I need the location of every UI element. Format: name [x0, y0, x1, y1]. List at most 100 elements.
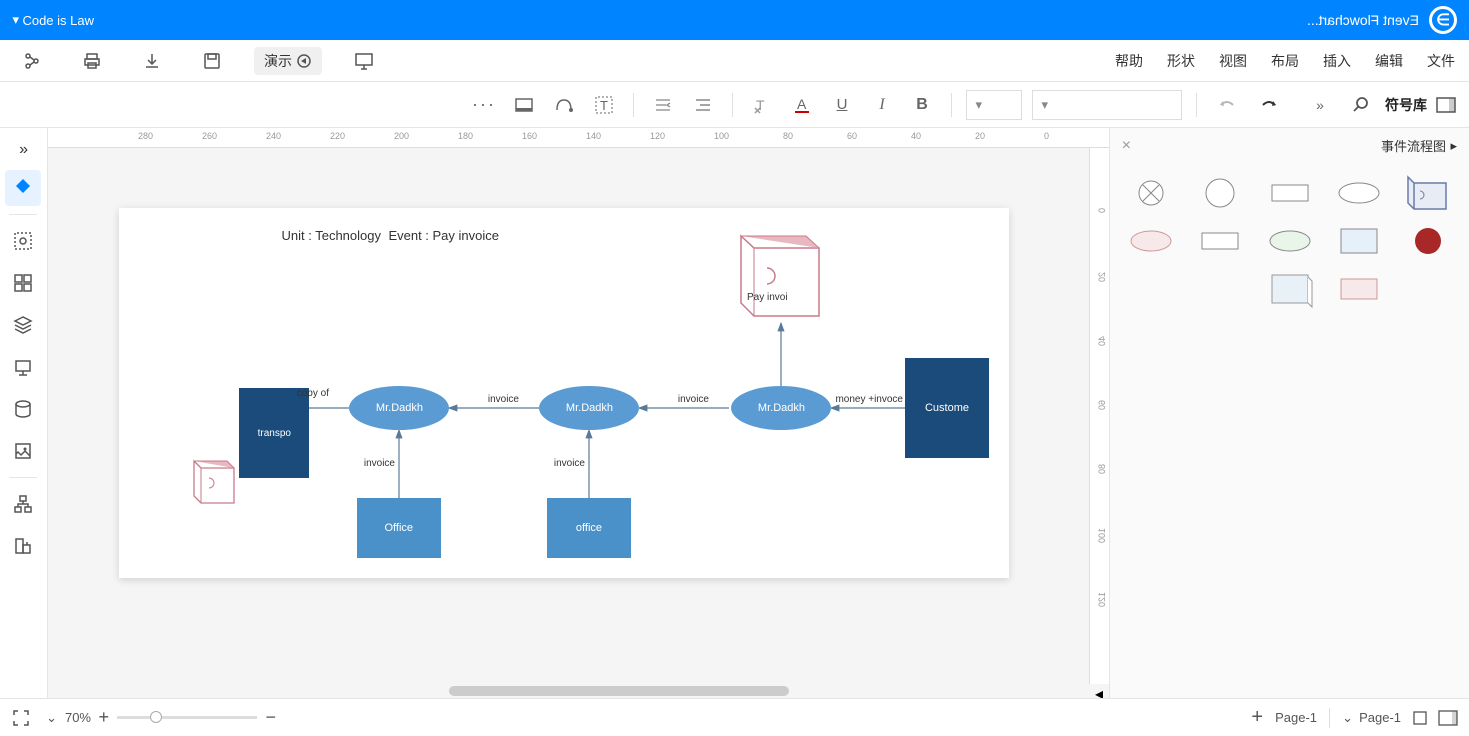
- node-office2[interactable]: Office: [357, 498, 441, 558]
- shape-ellipse-green[interactable]: [1266, 223, 1314, 259]
- bold-button[interactable]: B: [907, 90, 937, 120]
- user-menu[interactable]: Code is Law▾: [12, 12, 94, 28]
- shape-3d-block[interactable]: [1404, 175, 1452, 211]
- document-title: Event Flowchart...: [1307, 12, 1419, 28]
- share-icon[interactable]: [14, 46, 50, 76]
- svg-text:Pay invoi: Pay invoi: [747, 292, 788, 303]
- canvas-area: 0 20 40 60 80 100 120 140 160 180 200 22…: [48, 128, 1109, 698]
- print-icon[interactable]: [74, 46, 110, 76]
- pages-panel-icon[interactable]: [1439, 711, 1457, 725]
- menu-edit[interactable]: 编辑: [1375, 51, 1403, 71]
- horizontal-ruler: 0 20 40 60 80 100 120 140 160 180 200 22…: [48, 128, 1109, 148]
- vertical-ruler: 0 20 40 60 80 100 120: [1089, 148, 1109, 684]
- demo-button[interactable]: 演示: [254, 47, 322, 75]
- shape-rect-pink[interactable]: [1335, 271, 1383, 307]
- download-icon[interactable]: [134, 46, 170, 76]
- shape-3d-small[interactable]: [1266, 271, 1314, 307]
- rail-plugin-icon[interactable]: [6, 528, 42, 564]
- right-tool-rail: »: [0, 128, 48, 698]
- add-page-button[interactable]: +: [1252, 706, 1264, 729]
- save-icon[interactable]: [194, 46, 230, 76]
- shape-circle[interactable]: [1196, 175, 1244, 211]
- edge-label: copy of: [297, 388, 329, 399]
- node-pay-invoice[interactable]: Pay invoi: [729, 228, 829, 328]
- menu-shape[interactable]: 形状: [1167, 51, 1195, 71]
- edge-label: invoice: [554, 458, 585, 469]
- rail-layers-icon[interactable]: [6, 307, 42, 343]
- font-color-button[interactable]: A: [787, 90, 817, 120]
- indent-button[interactable]: [648, 90, 678, 120]
- rail-image-icon[interactable]: [6, 433, 42, 469]
- fullscreen-icon[interactable]: [12, 709, 30, 727]
- presentation-button[interactable]: [346, 46, 382, 76]
- page-tab[interactable]: Page-1: [1275, 710, 1317, 725]
- horizontal-scrollbar[interactable]: ◂: [48, 684, 1109, 698]
- edge-label: invoice: [364, 458, 395, 469]
- search-icon[interactable]: [1345, 90, 1375, 120]
- page-list-icon[interactable]: [1413, 711, 1427, 725]
- symbol-library-label: 符号库: [1385, 95, 1427, 115]
- clear-format-button[interactable]: T: [747, 90, 777, 120]
- node-transpo[interactable]: transpo: [239, 388, 309, 478]
- menu-insert[interactable]: 插入: [1323, 51, 1351, 71]
- shape-panel: ▸ 事件流程图 ×: [1109, 128, 1469, 698]
- close-panel-icon[interactable]: ×: [1122, 137, 1131, 155]
- app-logo-icon: ∈: [1429, 6, 1457, 34]
- shape-rect[interactable]: [1266, 175, 1314, 211]
- shape-rect-blue[interactable]: [1335, 223, 1383, 259]
- page-selector[interactable]: Page-1⌄: [1342, 710, 1401, 726]
- font-size-select[interactable]: ▾: [966, 90, 1022, 120]
- align-button[interactable]: [688, 90, 718, 120]
- node-3d-small[interactable]: [189, 458, 239, 508]
- shape-panel-title: 事件流程图: [1381, 136, 1446, 155]
- shape-style-button[interactable]: [509, 90, 539, 120]
- svg-text:T: T: [600, 98, 608, 113]
- zoom-out-button[interactable]: −: [265, 707, 276, 728]
- connector-button[interactable]: [549, 90, 579, 120]
- node-office1[interactable]: office: [547, 498, 631, 558]
- format-toolbar: 符号库 » ▾ ▾ B I U A T T ···: [0, 82, 1469, 128]
- node-mr1[interactable]: Mr.Dadkh: [731, 386, 831, 430]
- menu-file[interactable]: 文件: [1427, 51, 1455, 71]
- shape-ellipse[interactable]: [1335, 175, 1383, 211]
- font-family-select[interactable]: ▾: [1032, 90, 1182, 120]
- undo-button[interactable]: [1253, 90, 1285, 120]
- rail-grid-icon[interactable]: [6, 265, 42, 301]
- panel-toggle-icon[interactable]: [1437, 98, 1455, 112]
- rail-data-icon[interactable]: [6, 391, 42, 427]
- edge-label: invoice: [488, 394, 519, 405]
- menu-layout[interactable]: 布局: [1271, 51, 1299, 71]
- shape-ellipse-pink[interactable]: [1127, 223, 1175, 259]
- menu-bar: 文件 编辑 插入 布局 视图 形状 帮助 演示: [0, 40, 1469, 82]
- diagram-title-block: Event : Pay invoice Unit : Technology: [281, 228, 499, 244]
- node-customer[interactable]: Custome: [905, 358, 989, 458]
- rail-style-icon[interactable]: [6, 170, 42, 206]
- diagram-page[interactable]: Custome Mr.Dadkh Mr.Dadkh Mr.Dadkh offic…: [119, 208, 1009, 578]
- zoom-slider[interactable]: [117, 716, 257, 719]
- menu-help[interactable]: 帮助: [1115, 51, 1143, 71]
- redo-button[interactable]: [1211, 90, 1243, 120]
- shape-rect-outline[interactable]: [1196, 223, 1244, 259]
- node-mr2[interactable]: Mr.Dadkh: [539, 386, 639, 430]
- zoom-value[interactable]: 70%: [65, 710, 91, 725]
- edge-label: invoice: [678, 394, 709, 405]
- more-button[interactable]: ···: [469, 90, 499, 120]
- edge-label: money +invoce: [835, 394, 903, 405]
- canvas[interactable]: Custome Mr.Dadkh Mr.Dadkh Mr.Dadkh offic…: [48, 148, 1089, 684]
- menu-view[interactable]: 视图: [1219, 51, 1247, 71]
- zoom-in-button[interactable]: +: [99, 707, 110, 728]
- rail-tree-icon[interactable]: [6, 486, 42, 522]
- expand-icon[interactable]: »: [1305, 90, 1335, 120]
- underline-button[interactable]: U: [827, 90, 857, 120]
- status-bar: Page-1⌄ Page-1 + − + 70%⌄: [0, 698, 1469, 736]
- text-tool-button[interactable]: T: [589, 90, 619, 120]
- shape-circle-red[interactable]: [1404, 223, 1452, 259]
- italic-button[interactable]: I: [867, 90, 897, 120]
- title-bar: ∈ Event Flowchart... Code is Law▾: [0, 0, 1469, 40]
- collapse-rail-icon[interactable]: »: [19, 136, 28, 164]
- shape-circle-x[interactable]: [1127, 175, 1175, 211]
- rail-settings-icon[interactable]: [6, 223, 42, 259]
- svg-text:A: A: [797, 96, 807, 112]
- node-mr3[interactable]: Mr.Dadkh: [349, 386, 449, 430]
- rail-slides-icon[interactable]: [6, 349, 42, 385]
